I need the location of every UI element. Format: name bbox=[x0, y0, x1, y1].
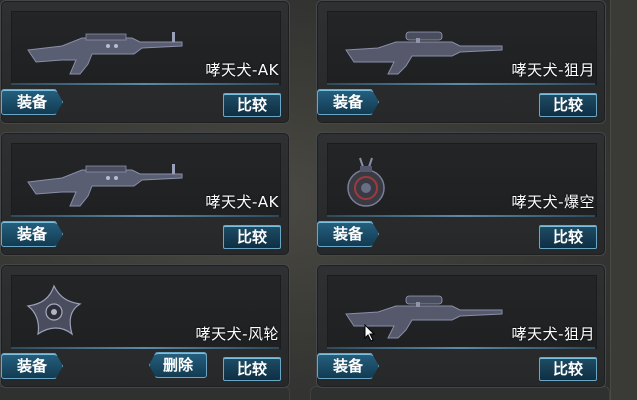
item-card[interactable]: 哮天犬-AK 装备 比较 bbox=[0, 132, 290, 256]
item-name: 哮天犬-狙月 bbox=[511, 61, 595, 79]
accent-line bbox=[327, 215, 595, 217]
sniper-rifle-icon bbox=[345, 31, 503, 75]
next-row-slot-right bbox=[310, 386, 610, 400]
compare-button[interactable]: 比较 bbox=[223, 225, 281, 249]
delete-button[interactable]: 删除 bbox=[149, 352, 207, 378]
inventory-panel: 哮天犬-AK 装备 比较 哮天犬-狙月 装备 比较 哮天犬-AK 装备 比较 哮… bbox=[0, 0, 637, 400]
accent-line bbox=[327, 347, 595, 349]
item-name: 哮天犬-AK bbox=[205, 193, 279, 211]
item-name: 哮天犬-狙月 bbox=[511, 325, 595, 343]
compare-button[interactable]: 比较 bbox=[223, 93, 281, 117]
item-card[interactable]: 哮天犬-AK 装备 比较 bbox=[0, 0, 290, 124]
equip-button[interactable]: 装备 bbox=[317, 353, 379, 379]
accent-line bbox=[11, 347, 279, 349]
accent-line bbox=[11, 215, 279, 217]
compare-button[interactable]: 比较 bbox=[539, 225, 597, 249]
item-name: 哮天犬-AK bbox=[205, 61, 279, 79]
throwing-star-icon bbox=[26, 284, 82, 336]
equip-button[interactable]: 装备 bbox=[317, 221, 379, 247]
equip-button[interactable]: 装备 bbox=[1, 353, 63, 379]
equip-button[interactable]: 装备 bbox=[1, 221, 63, 247]
equip-button[interactable]: 装备 bbox=[317, 89, 379, 115]
next-row-slot-left bbox=[0, 386, 290, 400]
item-card[interactable]: 哮天犬-爆空 装备 比较 bbox=[316, 132, 606, 256]
rifle-icon bbox=[27, 164, 183, 207]
item-name: 哮天犬-爆空 bbox=[511, 193, 595, 211]
item-card[interactable]: 哮天犬-狙月 装备 比较 bbox=[316, 0, 606, 124]
accent-line bbox=[11, 83, 279, 85]
grenade-icon bbox=[347, 157, 385, 207]
item-name: 哮天犬-风轮 bbox=[195, 325, 279, 343]
item-card[interactable]: 哮天犬-风轮 装备 删除 比较 bbox=[0, 264, 290, 388]
mouse-cursor-icon bbox=[364, 324, 376, 342]
compare-button[interactable]: 比较 bbox=[539, 93, 597, 117]
rifle-icon bbox=[27, 32, 183, 75]
equip-button[interactable]: 装备 bbox=[1, 89, 63, 115]
accent-line bbox=[327, 83, 595, 85]
item-card[interactable]: 哮天犬-狙月 装备 比较 bbox=[316, 264, 606, 388]
compare-button[interactable]: 比较 bbox=[539, 357, 597, 381]
scroll-edge bbox=[610, 0, 637, 400]
compare-button[interactable]: 比较 bbox=[223, 357, 281, 381]
